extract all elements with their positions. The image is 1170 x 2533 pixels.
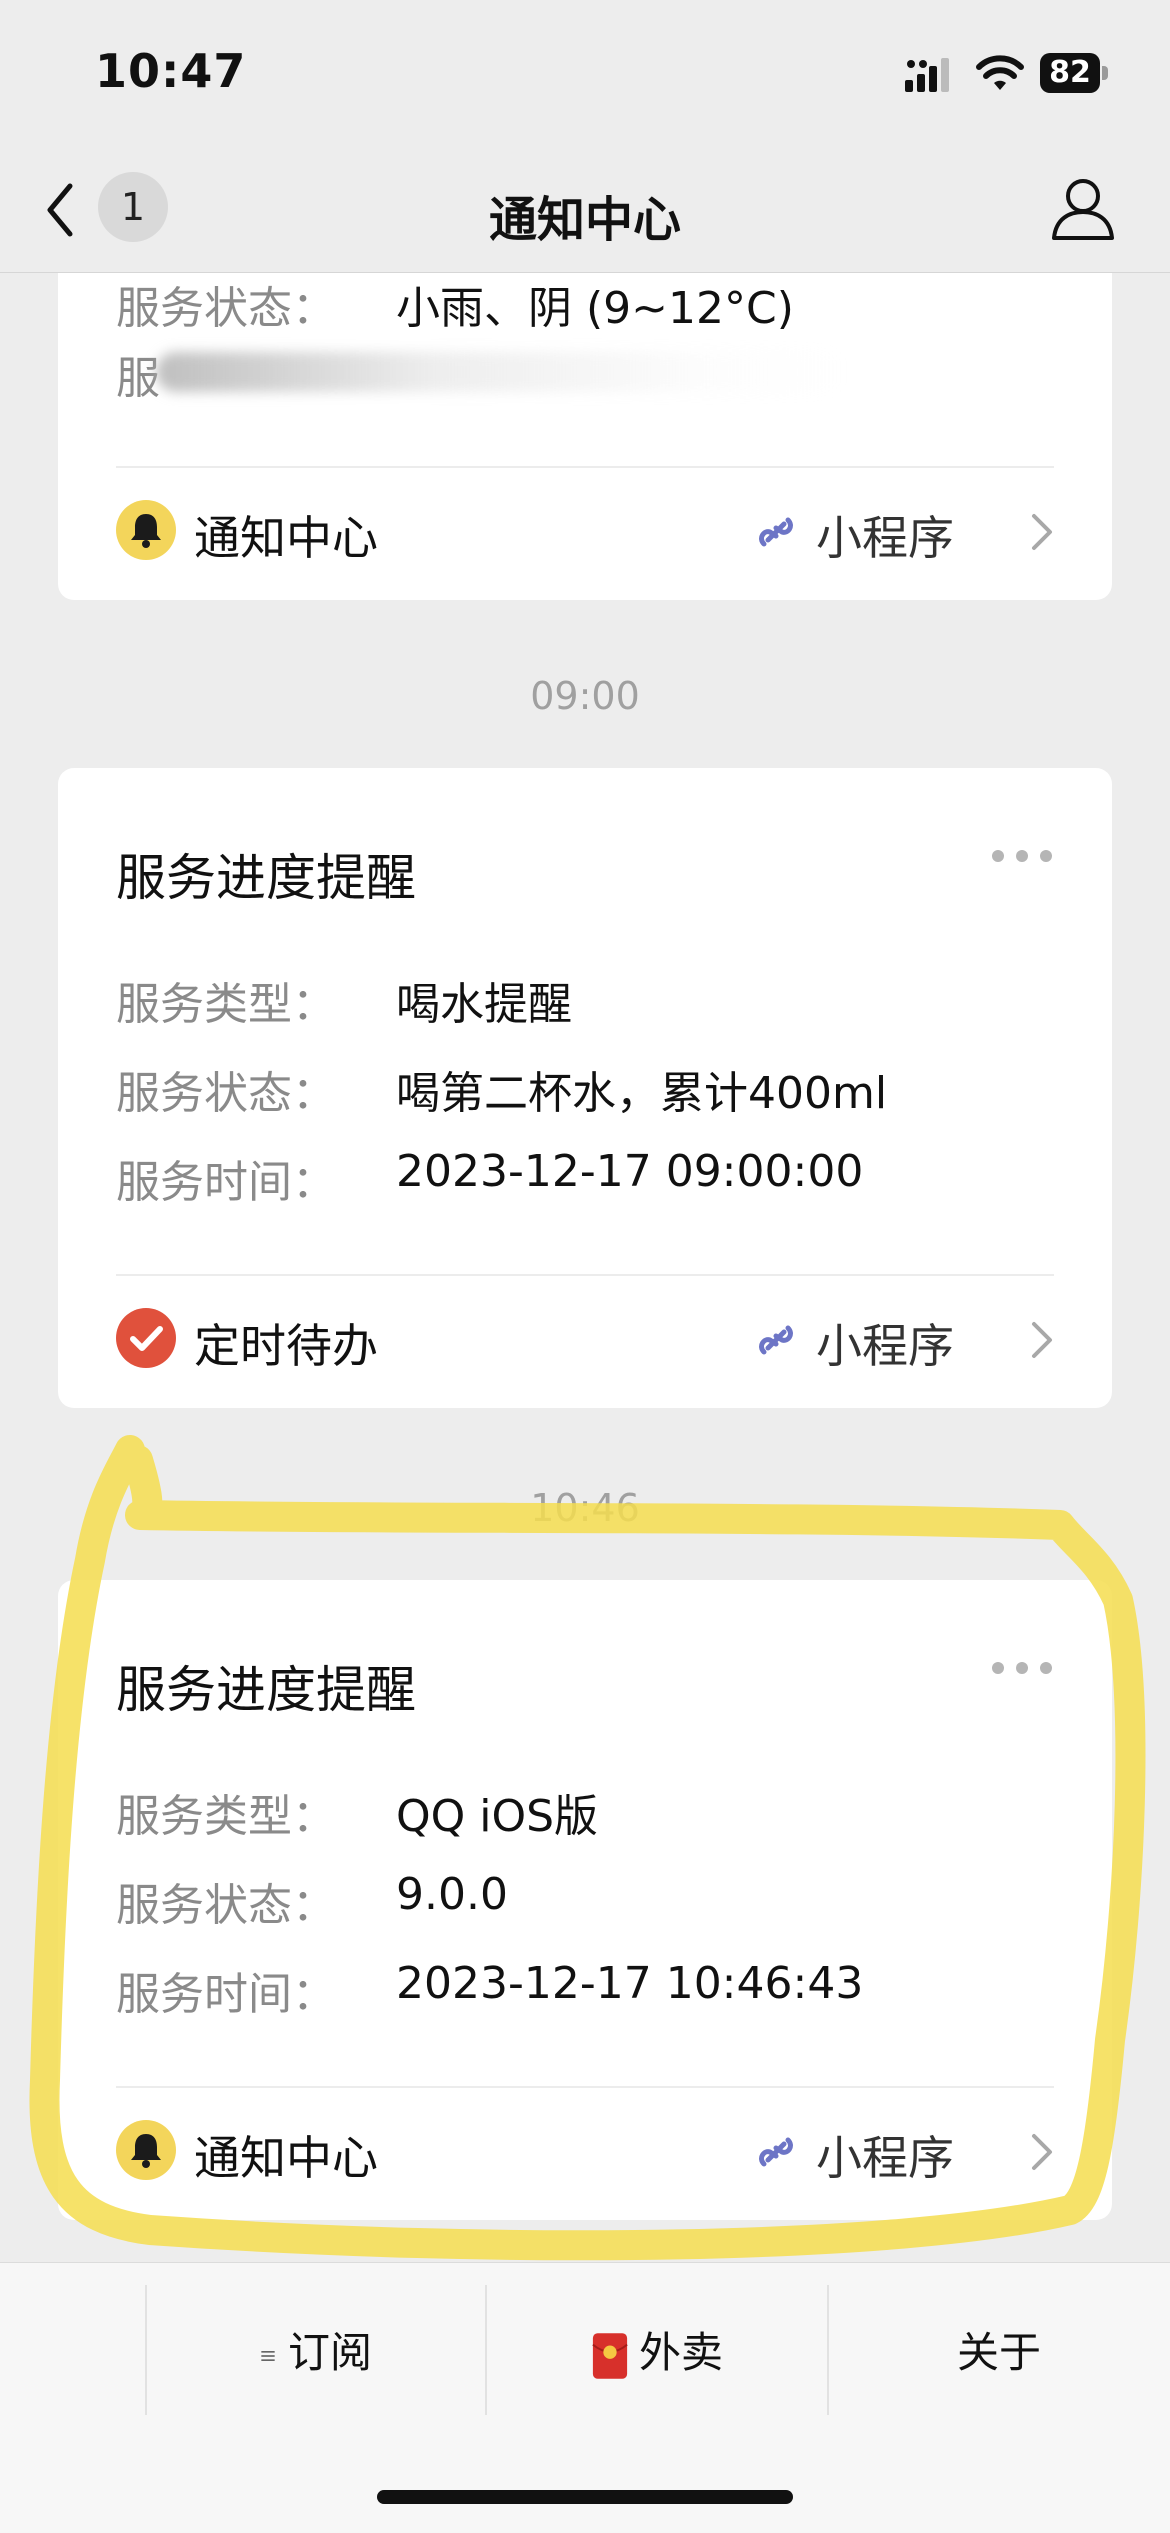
tab-takeout[interactable]: 外卖 bbox=[487, 2283, 827, 2423]
tab-label: 关于 bbox=[956, 2328, 1041, 2377]
mini-program-link[interactable]: 小程序 bbox=[754, 1308, 1054, 1373]
time-separator: 09:00 bbox=[530, 674, 640, 718]
chevron-right-icon bbox=[1032, 2134, 1052, 2170]
mini-program-link[interactable]: 小程序 bbox=[754, 2120, 1054, 2185]
cellular-signal-icon bbox=[905, 58, 949, 92]
card-divider bbox=[116, 2086, 1054, 2088]
row-label: 服务状态： bbox=[116, 1068, 336, 1119]
mini-program-label: 小程序 bbox=[816, 1319, 954, 1373]
detail-row-type: 服务类型： QQ iOS版 bbox=[116, 1780, 1076, 1842]
row-value: 2023-12-17 09:00:00 bbox=[396, 1146, 864, 1197]
battery-level: 82 bbox=[1040, 53, 1100, 93]
detail-row-time: 服务时间： 2023-12-17 09:00:00 bbox=[116, 1146, 1076, 1208]
row-value: 小雨、阴 (9~12°C) bbox=[396, 283, 794, 334]
tab-label: 订阅 bbox=[287, 2328, 372, 2377]
link-icon bbox=[759, 2137, 793, 2167]
row-value: QQ iOS版 bbox=[396, 1791, 599, 1842]
mini-program-link[interactable]: 小程序 bbox=[754, 500, 1054, 565]
bell-icon bbox=[116, 2120, 176, 2180]
source-name: 定时待办 bbox=[194, 1319, 378, 1373]
profile-icon[interactable] bbox=[1050, 174, 1116, 244]
redacted-blur bbox=[156, 352, 846, 392]
row-label: 服务时间： bbox=[116, 1969, 336, 2020]
message-list[interactable]: 服务状态： 小雨、阴 (9~12°C) 服 通知中心 小程序 09:00 服务进… bbox=[0, 272, 1170, 2262]
row-label: 服务时间： bbox=[116, 1157, 336, 1208]
detail-row-status: 服务状态： 小雨、阴 (9~12°C) bbox=[116, 272, 1076, 334]
page-title: 通知中心 bbox=[488, 192, 681, 248]
menu-icon bbox=[261, 2350, 275, 2361]
battery-cap bbox=[1102, 66, 1108, 80]
chevron-right-icon bbox=[1032, 1322, 1052, 1358]
card-footer[interactable]: 通知中心 小程序 bbox=[116, 2110, 1054, 2190]
row-label: 服务类型： bbox=[116, 979, 336, 1030]
source-name: 通知中心 bbox=[194, 2131, 378, 2185]
checkmark-icon bbox=[116, 1308, 176, 1368]
battery-indicator: 82 bbox=[1040, 53, 1110, 93]
notification-card[interactable]: 服务进度提醒 服务类型： 喝水提醒 服务状态： 喝第二杯水，累计400ml 服务… bbox=[58, 768, 1112, 1408]
more-options-icon[interactable] bbox=[992, 1662, 1052, 1678]
card-footer[interactable]: 定时待办 小程序 bbox=[116, 1298, 1054, 1378]
detail-row-type: 服务类型： 喝水提醒 bbox=[116, 968, 1076, 1030]
row-label: 服 bbox=[116, 353, 160, 404]
source-name: 通知中心 bbox=[194, 511, 378, 565]
detail-row-status: 服务状态： 喝第二杯水，累计400ml bbox=[116, 1057, 1076, 1119]
row-label: 服务状态： bbox=[116, 283, 336, 334]
mini-program-label: 小程序 bbox=[816, 2131, 954, 2185]
link-icon bbox=[759, 517, 793, 547]
tab-label: 外卖 bbox=[638, 2328, 723, 2377]
notification-card[interactable]: 服务状态： 小雨、阴 (9~12°C) 服 通知中心 小程序 bbox=[58, 272, 1112, 600]
notification-card[interactable]: 服务进度提醒 服务类型： QQ iOS版 服务状态： 9.0.0 服务时间： 2… bbox=[58, 1580, 1112, 2220]
bell-icon bbox=[116, 500, 176, 560]
more-options-icon[interactable] bbox=[992, 850, 1052, 866]
detail-row-status: 服务状态： 9.0.0 bbox=[116, 1869, 1076, 1931]
time-separator: 10:46 bbox=[530, 1486, 640, 1530]
row-value: 喝第二杯水，累计400ml bbox=[396, 1068, 888, 1119]
card-divider bbox=[116, 1274, 1054, 1276]
link-icon bbox=[759, 1325, 793, 1355]
row-label: 服务类型： bbox=[116, 1791, 336, 1842]
red-envelope-icon bbox=[592, 2332, 628, 2379]
row-value: 2023-12-17 10:46:43 bbox=[396, 1958, 864, 2009]
status-bar: 10:47 82 bbox=[0, 0, 1170, 150]
nav-bar: 1 通知中心 bbox=[0, 150, 1170, 273]
row-value: 9.0.0 bbox=[396, 1869, 508, 1920]
card-title: 服务进度提醒 bbox=[116, 849, 416, 907]
chevron-right-icon bbox=[1032, 514, 1052, 550]
row-label: 服务状态： bbox=[116, 1880, 336, 1931]
status-time: 10:47 bbox=[95, 44, 247, 98]
wifi-icon bbox=[976, 55, 1024, 90]
mini-program-label: 小程序 bbox=[816, 511, 954, 565]
detail-row-blurred: 服 bbox=[116, 342, 1076, 404]
row-value: 喝水提醒 bbox=[396, 979, 572, 1030]
tab-subscribe[interactable]: 订阅 bbox=[145, 2283, 485, 2423]
card-footer[interactable]: 通知中心 小程序 bbox=[116, 490, 1054, 570]
card-title: 服务进度提醒 bbox=[116, 1661, 416, 1719]
home-indicator bbox=[377, 2490, 793, 2504]
detail-row-time: 服务时间： 2023-12-17 10:46:43 bbox=[116, 1958, 1076, 2020]
card-divider bbox=[116, 466, 1054, 468]
tab-about[interactable]: 关于 bbox=[829, 2283, 1169, 2423]
